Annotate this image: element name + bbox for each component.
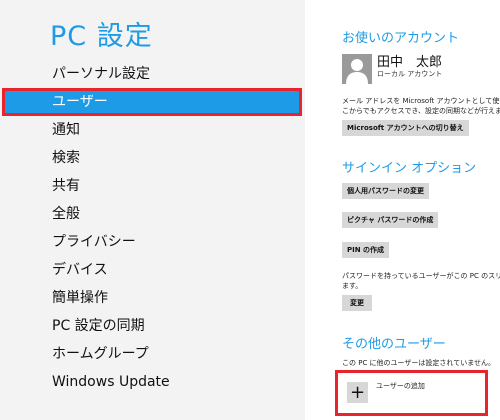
- nav-item-share[interactable]: 共有: [0, 172, 305, 200]
- nav-item-personalize[interactable]: パーソナル設定: [0, 60, 305, 88]
- account-type: ローカル アカウント: [377, 70, 443, 78]
- add-user-plus-icon[interactable]: +: [347, 382, 368, 403]
- account-description-line1: メール アドレスを Microsoft アカウントとして使って W: [342, 97, 500, 105]
- nav-item-devices[interactable]: デバイス: [0, 256, 305, 284]
- signin-options-heading: サインイン オプション: [342, 161, 477, 176]
- nav-item-windows-update[interactable]: Windows Update: [0, 368, 305, 396]
- no-other-users-text: この PC に他のユーザーは設定されていません。: [342, 359, 495, 367]
- page-title: PC 設定: [50, 21, 153, 52]
- nav-item-users[interactable]: ユーザー: [2, 88, 302, 116]
- nav-item-privacy[interactable]: プライバシー: [0, 228, 305, 256]
- nav-item-homegroup[interactable]: ホームグループ: [0, 340, 305, 368]
- account-name: 田中 太郎: [377, 55, 443, 70]
- password-note-line1: パスワードを持っているユーザーがこの PC のスリープを: [342, 272, 500, 280]
- account-description-line2: こからでもアクセスでき、設定の同期などが行えます。: [342, 107, 500, 115]
- other-users-heading: その他のユーザー: [342, 337, 446, 352]
- avatar: [342, 54, 372, 84]
- user-silhouette-icon: [346, 59, 368, 84]
- nav-item-search[interactable]: 検索: [0, 144, 305, 172]
- nav-list: パーソナル設定 ユーザー 通知 検索 共有 全般 プライバシー デバイス 簡単操…: [0, 60, 305, 396]
- switch-to-microsoft-account-button[interactable]: Microsoft アカウントへの切り替え: [342, 120, 469, 136]
- create-pin-button[interactable]: PIN の作成: [342, 242, 390, 258]
- nav-item-ease-of-access[interactable]: 簡単操作: [0, 284, 305, 312]
- settings-navigation-pane: PC 設定 パーソナル設定 ユーザー 通知 検索 共有 全般 プライバシー デバ…: [0, 0, 305, 420]
- account-heading: お使いのアカウント: [342, 31, 460, 46]
- add-user-label[interactable]: ユーザーの追加: [376, 381, 425, 391]
- nav-item-sync-settings[interactable]: PC 設定の同期: [0, 312, 305, 340]
- password-note-line2: ます。: [342, 282, 363, 290]
- create-picture-password-button[interactable]: ピクチャ パスワードの作成: [342, 212, 439, 228]
- nav-item-notifications[interactable]: 通知: [0, 116, 305, 144]
- nav-item-general[interactable]: 全般: [0, 200, 305, 228]
- change-button[interactable]: 変更: [342, 295, 372, 311]
- users-settings-pane: お使いのアカウント 田中 太郎 ローカル アカウント メール アドレスを Mic…: [305, 0, 500, 420]
- change-password-button[interactable]: 個人用パスワードの変更: [342, 183, 429, 199]
